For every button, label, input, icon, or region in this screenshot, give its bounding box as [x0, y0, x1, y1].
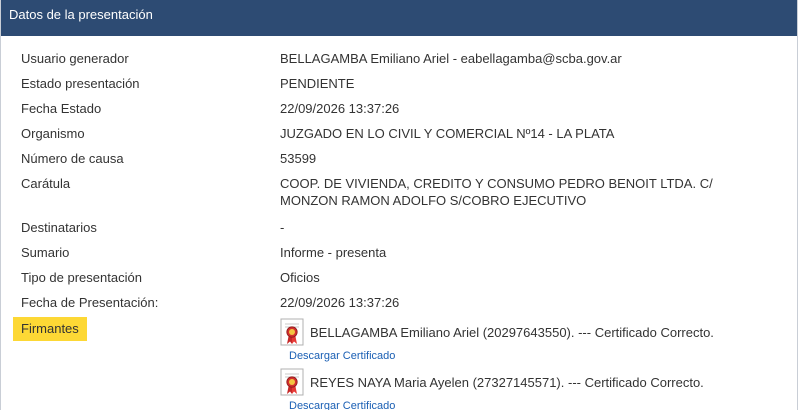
field-value: COOP. DE VIVIENDA, CREDITO Y CONSUMO PED…	[280, 176, 713, 208]
field-label: Usuario generador	[21, 51, 129, 66]
field-usuario-generador: Usuario generador BELLAGAMBA Emiliano Ar…	[1, 46, 797, 71]
field-value: Oficios	[280, 270, 320, 285]
details-list: Usuario generador BELLAGAMBA Emiliano Ar…	[1, 36, 797, 410]
certificate-ribbon-icon	[280, 368, 304, 396]
field-value: -	[280, 220, 285, 235]
firmantes-label: Firmantes	[13, 317, 87, 341]
signer-line: REYES NAYA Maria Ayelen (27327145571). -…	[280, 367, 777, 397]
field-sumario: Sumario Informe - presenta	[1, 240, 797, 265]
field-value: 22/09/2026 13:37:26	[280, 101, 400, 116]
presentation-panel: Datos de la presentación Usuario generad…	[0, 0, 798, 410]
field-fecha-presentacion: Fecha de Presentación: 22/09/2026 13:37:…	[1, 290, 797, 315]
signer-item: REYES NAYA Maria Ayelen (27327145571). -…	[280, 367, 777, 410]
panel-header: Datos de la presentación	[1, 0, 797, 36]
field-label: Sumario	[21, 245, 70, 260]
field-tipo-presentacion: Tipo de presentación Oficios	[1, 265, 797, 290]
certificate-ribbon-icon	[280, 318, 304, 346]
field-value: Informe - presenta	[280, 245, 387, 260]
field-label: Fecha de Presentación:	[21, 295, 159, 310]
panel-title: Datos de la presentación	[9, 7, 153, 22]
field-value: BELLAGAMBA Emiliano Ariel - eabellagamba…	[280, 51, 622, 66]
field-value: 53599	[280, 151, 317, 166]
field-label: Carátula	[21, 176, 71, 191]
firmantes-label-wrap: Firmantes	[1, 317, 280, 410]
field-label: Fecha Estado	[21, 101, 102, 116]
field-numero-causa: Número de causa 53599	[1, 146, 797, 171]
field-label: Organismo	[21, 126, 85, 141]
download-certificate-link[interactable]: Descargar Certificado	[280, 399, 777, 410]
download-certificate-link[interactable]: Descargar Certificado	[280, 349, 777, 363]
field-label: Destinatarios	[21, 220, 97, 235]
field-value: 22/09/2026 13:37:26	[280, 295, 400, 310]
field-organismo: Organismo JUZGADO EN LO CIVIL Y COMERCIA…	[1, 121, 797, 146]
signers-list: BELLAGAMBA Emiliano Ariel (20297643550).…	[280, 317, 797, 410]
field-label: Estado presentación	[21, 76, 140, 91]
signer-text: BELLAGAMBA Emiliano Ariel (20297643550).…	[310, 324, 714, 340]
field-estado-presentacion: Estado presentación PENDIENTE	[1, 71, 797, 96]
field-fecha-estado: Fecha Estado 22/09/2026 13:37:26	[1, 96, 797, 121]
field-label: Número de causa	[21, 151, 124, 166]
field-firmantes: Firmantes BELLAGAMBA Emiliano Ariel (202…	[1, 315, 797, 410]
field-label: Tipo de presentación	[21, 270, 142, 285]
field-caratula: Carátula COOP. DE VIVIENDA, CREDITO Y CO…	[1, 171, 797, 215]
signer-item: BELLAGAMBA Emiliano Ariel (20297643550).…	[280, 317, 777, 363]
signer-line: BELLAGAMBA Emiliano Ariel (20297643550).…	[280, 317, 777, 347]
signer-text: REYES NAYA Maria Ayelen (27327145571). -…	[310, 374, 704, 390]
field-destinatarios: Destinatarios -	[1, 215, 797, 240]
field-value: PENDIENTE	[280, 76, 355, 91]
field-value: JUZGADO EN LO CIVIL Y COMERCIAL Nº14 - L…	[280, 126, 615, 141]
